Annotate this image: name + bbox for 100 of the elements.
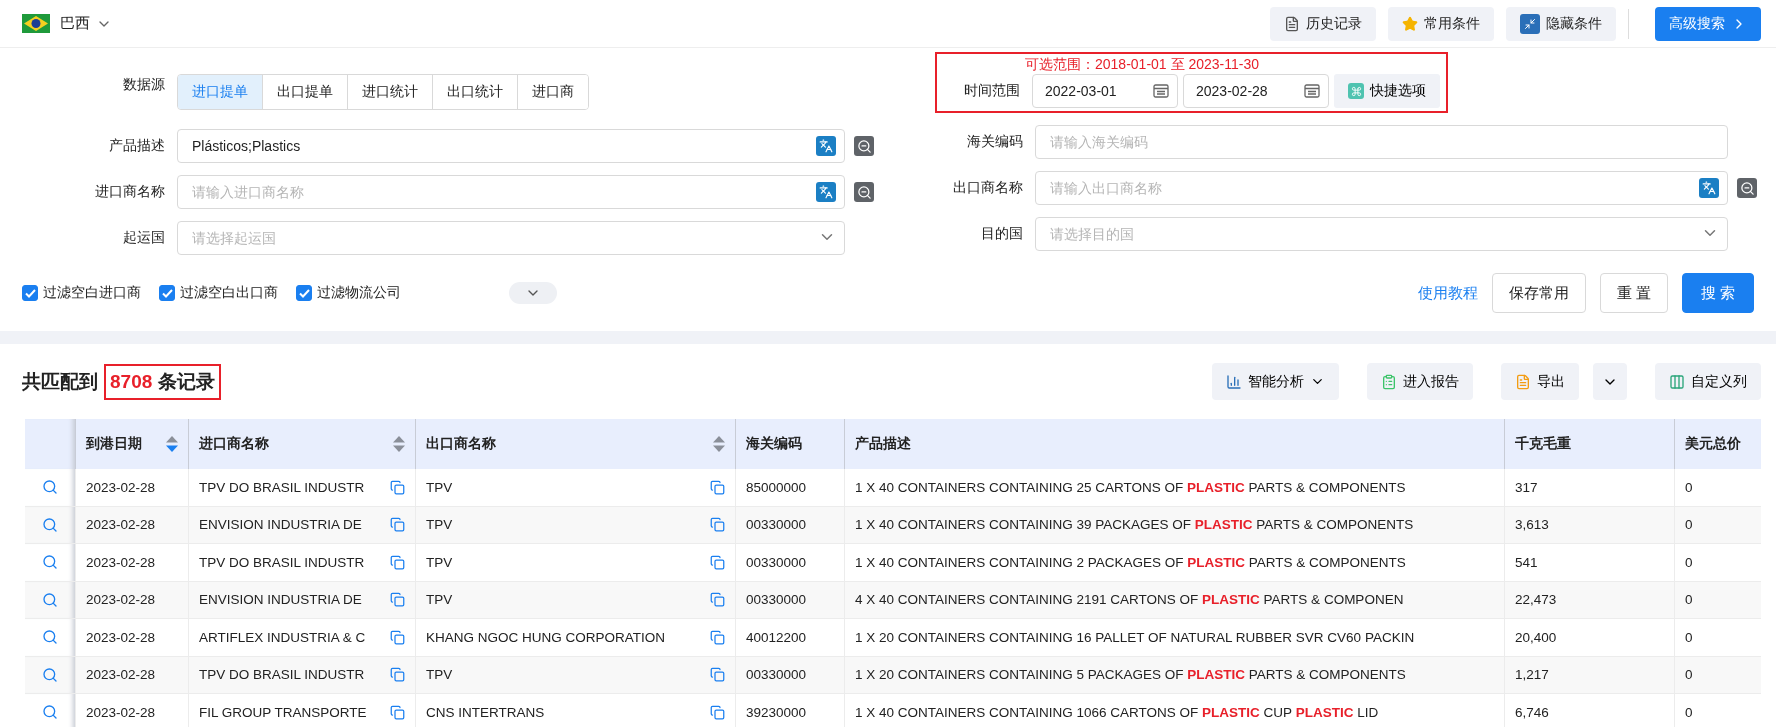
toolbar-button[interactable]: 常用条件	[1388, 6, 1494, 41]
source-tab[interactable]: 进口提单	[178, 75, 263, 109]
command-icon	[1348, 83, 1364, 99]
copy-icon[interactable]	[390, 517, 405, 533]
search-icon[interactable]	[42, 591, 58, 608]
range-hint: 可选范围：2018-01-01 至 2023-11-30	[1025, 55, 1260, 74]
field-label: 进口商名称	[94, 183, 166, 201]
table-cell: 0	[1685, 479, 1693, 495]
sort-icon[interactable]	[393, 436, 405, 452]
table-cell: 1 X 40 CONTAINERS CONTAINING 1066 CARTONS OF PLASTIC CUP PLASTIC LID	[855, 704, 1379, 720]
column-header[interactable]: 进口商名称	[188, 419, 415, 469]
table-cell: 22,473	[1515, 592, 1557, 608]
copy-icon[interactable]	[390, 592, 405, 608]
translate-icon[interactable]	[1699, 178, 1719, 198]
search-icon[interactable]	[42, 666, 58, 683]
table-cell: 317	[1515, 479, 1538, 495]
table-cell: 1,217	[1515, 667, 1549, 683]
quick-options-button[interactable]: 快捷选项	[1334, 74, 1440, 108]
star-icon	[1402, 15, 1418, 32]
translate-icon[interactable]	[816, 136, 836, 156]
tutorial-link[interactable]: 使用教程	[1417, 283, 1478, 303]
input-field[interactable]: 请输入海关编码	[1035, 125, 1728, 159]
checkbox-label[interactable]: 过滤空白出口商	[180, 284, 278, 302]
copy-icon[interactable]	[390, 667, 405, 683]
date-field[interactable]: 2022-03-01	[1032, 74, 1178, 108]
calendar-icon	[1304, 84, 1320, 98]
tool-button[interactable]: 智能分析	[1212, 363, 1339, 400]
table-cell: 20,400	[1515, 629, 1557, 645]
copy-icon[interactable]	[710, 479, 725, 495]
copy-icon[interactable]	[390, 629, 405, 645]
checkbox[interactable]	[296, 285, 312, 301]
column-header[interactable]: 到港日期	[75, 419, 188, 469]
select-field[interactable]: 请选择目的国	[1035, 217, 1728, 251]
checkbox-label[interactable]: 过滤空白进口商	[43, 284, 141, 302]
table-cell: TPV	[426, 554, 453, 570]
table-cell: 2023-02-28	[86, 704, 156, 720]
copy-icon[interactable]	[710, 629, 725, 645]
table-cell: 2023-02-28	[86, 592, 156, 608]
column-header[interactable]: 产品描述	[844, 419, 1504, 469]
column-header[interactable]: 美元总价	[1674, 419, 1761, 469]
table-cell: ENVISION INDUSTRIA DE	[199, 517, 362, 533]
sort-icon[interactable]	[713, 436, 725, 452]
toolbar-button[interactable]: 高级搜索	[1655, 6, 1761, 41]
chart-icon	[1226, 373, 1242, 390]
copy-icon[interactable]	[710, 554, 725, 570]
table-cell: 1 X 20 CONTAINERS CONTAINING 5 PACKAGES OF PLASTIC PARTS & COMPONENTS	[855, 667, 1406, 683]
column-header[interactable]: 千克毛重	[1504, 419, 1674, 469]
search-icon[interactable]	[42, 516, 58, 533]
columns-icon	[1669, 373, 1685, 390]
action-button[interactable]: 保存常用	[1491, 273, 1586, 313]
table-cell: TPV	[426, 479, 453, 495]
checkbox[interactable]	[159, 285, 175, 301]
action-button[interactable]: 重 置	[1599, 273, 1668, 313]
copy-icon[interactable]	[710, 517, 725, 533]
table-cell: ARTIFLEX INDUSTRIA & C	[199, 629, 366, 645]
table-cell: 1 X 40 CONTAINERS CONTAINING 25 CARTONS OF PLASTIC PARTS & COMPONENTS	[855, 479, 1406, 495]
copy-icon[interactable]	[390, 554, 405, 570]
tool-button[interactable]: 进入报告	[1367, 363, 1473, 400]
search-icon[interactable]	[42, 554, 58, 571]
tool-button[interactable]: 导出	[1501, 363, 1579, 400]
country-name[interactable]: 巴西	[60, 14, 90, 33]
copy-icon[interactable]	[710, 592, 725, 608]
field-label: 出口商名称	[952, 179, 1024, 197]
input-field[interactable]: Plásticos;Plastics	[177, 129, 845, 163]
action-button[interactable]: 搜 索	[1681, 273, 1754, 313]
table-cell: 2023-02-28	[86, 517, 156, 533]
search-icon[interactable]	[42, 704, 58, 721]
export-menu-button[interactable]	[1593, 363, 1627, 400]
copy-icon[interactable]	[710, 667, 725, 683]
column-header[interactable]: 出口商名称	[415, 419, 735, 469]
input-field[interactable]: 请输入出口商名称	[1035, 171, 1728, 205]
sort-icon[interactable]	[166, 436, 178, 452]
result-count: 8708	[110, 370, 153, 393]
table-cell: 0	[1685, 629, 1693, 645]
column-header[interactable]: 海关编码	[735, 419, 844, 469]
table-cell: TPV DO BRASIL INDUSTR	[199, 667, 365, 683]
toolbar-button[interactable]: 隐藏条件	[1506, 6, 1616, 41]
checkbox-label[interactable]: 过滤物流公司	[317, 284, 401, 302]
input-field[interactable]: 请输入进口商名称	[177, 175, 845, 209]
table-cell: TPV	[426, 517, 453, 533]
copy-icon[interactable]	[710, 704, 725, 720]
checkbox[interactable]	[22, 285, 38, 301]
toolbar-button[interactable]: 历史记录	[1270, 6, 1376, 41]
field-label: 海关编码	[966, 133, 1024, 151]
expand-toggle[interactable]	[509, 282, 557, 304]
search-icon[interactable]	[42, 479, 58, 496]
table-cell: 1 X 40 CONTAINERS CONTAINING 2 PACKAGES OF PLASTIC PARTS & COMPONENTS	[855, 554, 1406, 570]
zoom-out-icon[interactable]	[854, 136, 874, 156]
zoom-out-icon[interactable]	[854, 182, 874, 202]
table-cell: FIL GROUP TRANSPORTE	[199, 704, 367, 720]
date-field[interactable]: 2023-02-28	[1183, 74, 1329, 108]
table-cell: 85000000	[746, 479, 807, 495]
table-cell: TPV DO BRASIL INDUSTR	[199, 479, 365, 495]
copy-icon[interactable]	[390, 704, 405, 720]
copy-icon[interactable]	[390, 479, 405, 495]
zoom-out-icon[interactable]	[1737, 178, 1757, 198]
translate-icon[interactable]	[816, 182, 836, 202]
tool-button[interactable]: 自定义列	[1655, 363, 1761, 400]
search-icon[interactable]	[42, 629, 58, 646]
select-field[interactable]: 请选择起运国	[177, 221, 845, 255]
